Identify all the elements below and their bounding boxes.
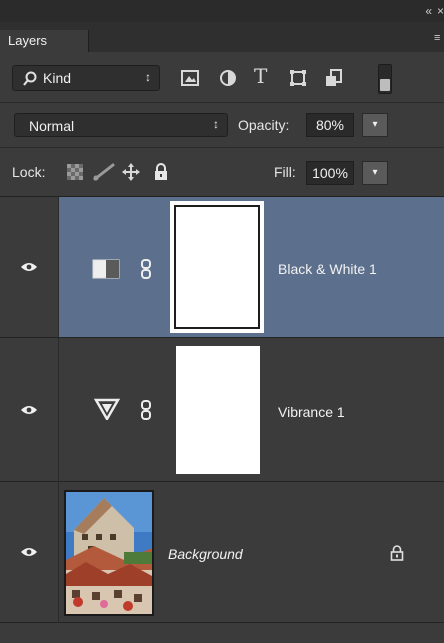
- layer-name: Background: [168, 546, 243, 562]
- fill-dropdown-button[interactable]: ▾: [362, 161, 388, 185]
- lock-transparent-pixels-icon[interactable]: [66, 163, 84, 181]
- layers-list: Black & White 1 Vibrance 1 Background: [0, 197, 444, 643]
- opacity-dropdown-button[interactable]: ▾: [362, 113, 388, 137]
- select-arrows-icon: ↕: [145, 70, 151, 84]
- link-chain-icon[interactable]: [140, 400, 152, 420]
- layer-row-black-white[interactable]: Black & White 1: [0, 197, 444, 338]
- search-icon: [23, 71, 37, 86]
- link-chain-icon[interactable]: [140, 259, 152, 279]
- select-arrows-icon: ↕: [213, 117, 219, 131]
- layer-filter-row: Kind ↕ T: [0, 52, 444, 103]
- fill-label: Fill:: [274, 164, 296, 180]
- layer-name: Vibrance 1: [278, 404, 345, 420]
- type-filter-icon[interactable]: T: [254, 64, 274, 88]
- lock-position-icon[interactable]: [122, 163, 140, 181]
- layers-panel: « × Layers ≡ Kind ↕ T Normal ↕ Opacity: …: [0, 0, 444, 643]
- collapse-panel-icon[interactable]: «: [425, 4, 432, 18]
- lock-all-icon[interactable]: [152, 163, 170, 181]
- layer-name: Black & White 1: [278, 261, 377, 277]
- eye-icon[interactable]: [20, 546, 38, 558]
- background-image-thumbnail[interactable]: [64, 490, 154, 616]
- fill-input[interactable]: 100%: [306, 161, 354, 185]
- filter-kind-label: Kind: [43, 70, 72, 86]
- lock-fill-row: Lock: Fill: 100% ▾: [0, 148, 444, 197]
- opacity-input[interactable]: 80%: [306, 113, 354, 137]
- image-filter-icon[interactable]: [180, 68, 200, 88]
- opacity-label: Opacity:: [238, 117, 290, 133]
- filter-toggle-switch[interactable]: [378, 64, 392, 94]
- vibrance-icon: [94, 398, 120, 420]
- black-white-icon: [92, 259, 120, 279]
- tab-layers[interactable]: Layers: [0, 30, 89, 52]
- layer-mask-thumbnail[interactable]: [176, 346, 260, 474]
- visibility-cell[interactable]: [0, 482, 59, 622]
- panel-tab-row: Layers ≡: [0, 22, 444, 52]
- visibility-cell[interactable]: [0, 197, 59, 337]
- blend-mode-select[interactable]: Normal ↕: [14, 113, 228, 137]
- lock-image-pixels-icon[interactable]: [92, 163, 116, 181]
- layer-lock-icon[interactable]: [390, 545, 404, 561]
- panel-menu-icon[interactable]: ≡: [434, 32, 444, 44]
- visibility-cell[interactable]: [0, 338, 59, 481]
- eye-icon[interactable]: [20, 404, 38, 416]
- layer-row-background[interactable]: Background: [0, 482, 444, 623]
- smart-object-filter-icon[interactable]: [324, 68, 344, 88]
- layer-row-vibrance[interactable]: Vibrance 1: [0, 338, 444, 482]
- shape-filter-icon[interactable]: [288, 68, 308, 88]
- panel-title-bar: « ×: [0, 0, 444, 22]
- lock-label: Lock:: [12, 164, 46, 180]
- blend-mode-value: Normal: [29, 118, 75, 134]
- layer-mask-thumbnail[interactable]: [170, 201, 264, 333]
- close-panel-icon[interactable]: ×: [437, 4, 444, 18]
- adjustment-filter-icon[interactable]: [218, 68, 238, 88]
- filter-kind-select[interactable]: Kind ↕: [12, 65, 160, 91]
- blend-opacity-row: Normal ↕ Opacity: 80% ▾: [0, 103, 444, 148]
- toggle-knob: [380, 79, 390, 91]
- eye-icon[interactable]: [20, 261, 38, 273]
